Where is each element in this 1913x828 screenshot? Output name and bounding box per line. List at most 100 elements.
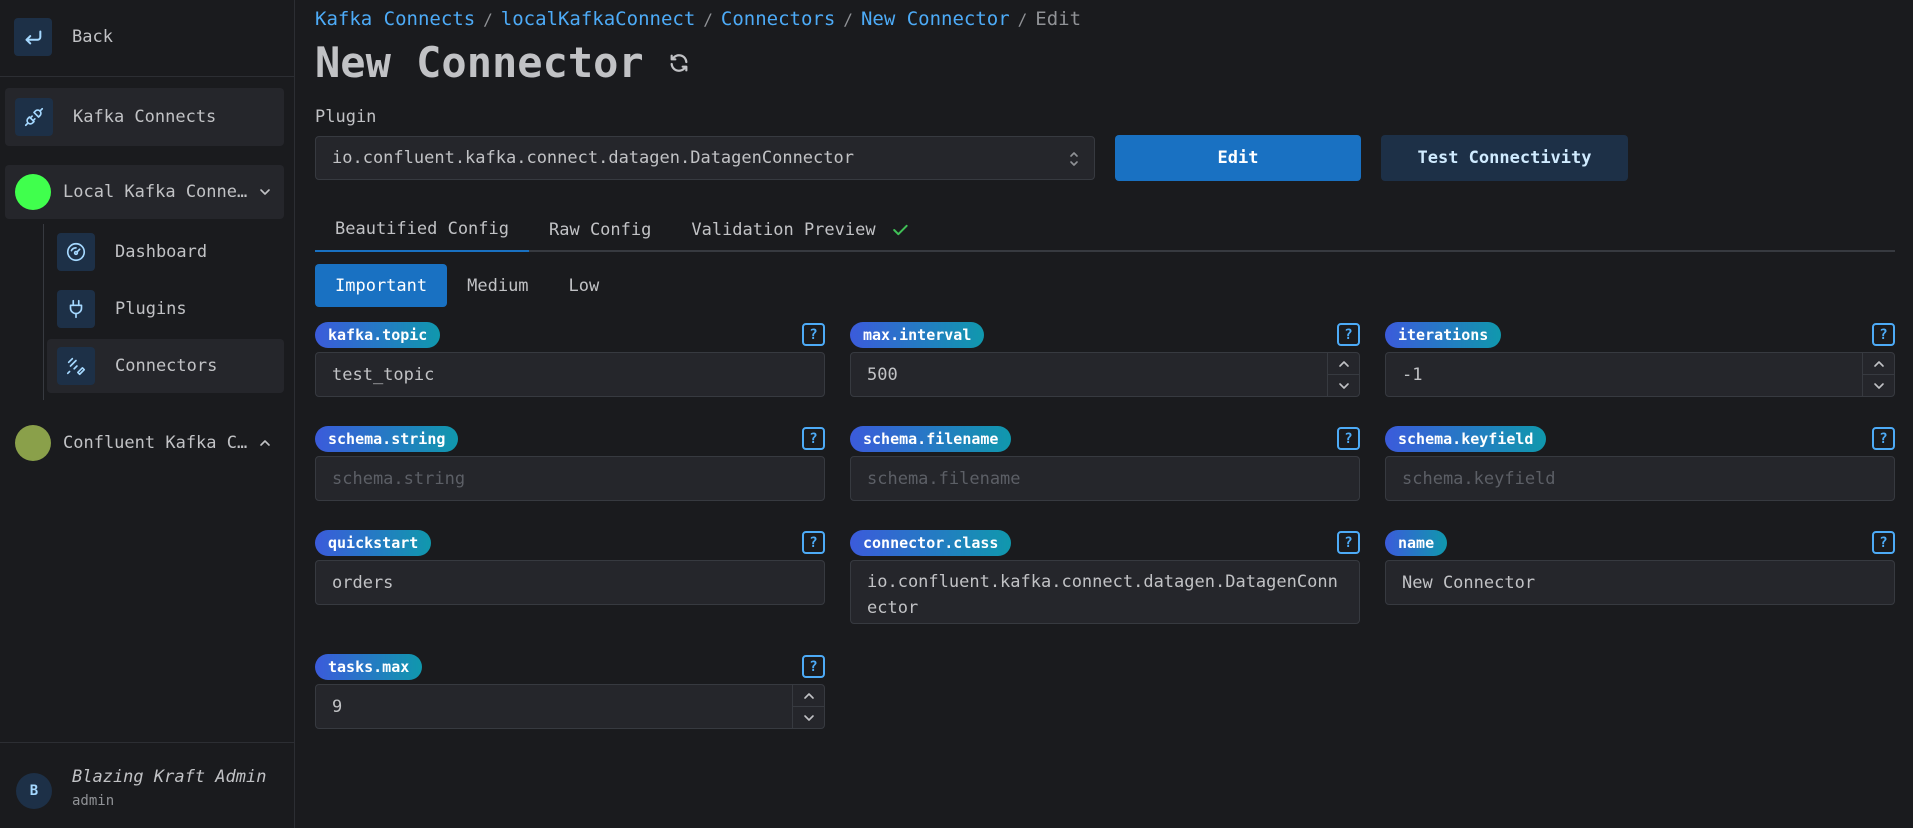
breadcrumb-separator: / [843, 9, 853, 29]
breadcrumb-separator: / [1017, 9, 1028, 29]
cluster-label: Confluent Kafka Connect [63, 433, 253, 453]
chevron-up-icon [260, 440, 270, 446]
input-value: 500 [867, 364, 898, 385]
divider [0, 76, 295, 77]
decrement-button[interactable] [793, 707, 824, 728]
help-icon[interactable]: ? [1337, 531, 1360, 554]
schema-keyfield-input[interactable]: schema.keyfield [1385, 456, 1895, 501]
page-title: New Connector [315, 38, 690, 87]
iterations-input[interactable]: -1 [1385, 352, 1895, 397]
back-arrow-icon [14, 18, 52, 56]
sidebar-item-label: Kafka Connects [73, 107, 217, 127]
sidebar-cluster-confluent[interactable]: Confluent Kafka Connect [5, 416, 284, 470]
sidebar-cluster-local[interactable]: Local Kafka Connect [5, 165, 284, 219]
help-icon[interactable]: ? [802, 531, 825, 554]
sidebar-item-plugins[interactable]: Plugins [47, 282, 284, 336]
field-label: connector.class [850, 530, 1012, 556]
field-label: quickstart [315, 530, 432, 556]
user-name: Blazing Kraft Admin [72, 767, 267, 787]
plugin-label: Plugin [315, 107, 377, 127]
tab-beautified-config[interactable]: Beautified Config [315, 208, 529, 252]
field-label: kafka.topic [315, 322, 441, 348]
config-tabs: Beautified Config Raw Config Validation … [315, 208, 1895, 252]
cluster-label: Local Kafka Connect [63, 182, 253, 202]
selector-arrows-icon [1070, 152, 1078, 166]
schema-string-input[interactable]: schema.string [315, 456, 825, 501]
name-input[interactable]: New Connector [1385, 560, 1895, 605]
chevron-down-icon [1338, 382, 1349, 389]
connector-class-textarea[interactable]: io.confluent.kafka.connect.datagen.Datag… [850, 560, 1360, 624]
help-icon[interactable]: ? [1337, 323, 1360, 346]
plugin-select-value: io.confluent.kafka.connect.datagen.Datag… [332, 148, 854, 168]
help-icon[interactable]: ? [802, 323, 825, 346]
status-dot [15, 174, 51, 210]
field-label: schema.string [315, 426, 459, 452]
help-icon[interactable]: ? [1872, 531, 1895, 554]
plug-connected-icon [15, 98, 53, 136]
tab-raw-config[interactable]: Raw Config [529, 208, 671, 252]
tab-low[interactable]: Low [549, 264, 620, 307]
breadcrumb-link[interactable]: Connectors [721, 8, 835, 30]
breadcrumb-link[interactable]: Kafka Connects [315, 8, 475, 30]
chevron-down-icon [803, 714, 814, 721]
test-connectivity-button[interactable]: Test Connectivity [1381, 135, 1628, 181]
sidebar: Back Kafka Connects Local Kafka Connect … [0, 0, 295, 828]
plugin-select[interactable]: io.confluent.kafka.connect.datagen.Datag… [315, 136, 1095, 180]
sidebar-item-connectors[interactable]: Connectors [47, 339, 284, 393]
sidebar-item-dashboard[interactable]: Dashboard [47, 225, 284, 279]
edit-button[interactable]: Edit [1115, 135, 1361, 181]
tasks-max-input[interactable]: 9 [315, 684, 825, 729]
increment-button[interactable] [1863, 353, 1894, 375]
decrement-button[interactable] [1328, 375, 1359, 396]
importance-tabs: Important Medium Low [315, 264, 619, 307]
quickstart-input[interactable]: orders [315, 560, 825, 605]
field-label: iterations [1385, 322, 1502, 348]
breadcrumb-separator: / [483, 9, 493, 29]
field-label: schema.filename [850, 426, 1012, 452]
kafka-topic-input[interactable]: test_topic [315, 352, 825, 397]
increment-button[interactable] [793, 685, 824, 707]
max-interval-input[interactable]: 500 [850, 352, 1360, 397]
sidebar-item-label: Connectors [115, 356, 218, 376]
chevron-down-icon [1873, 382, 1884, 389]
connectors-icon [57, 347, 95, 385]
schema-filename-input[interactable]: schema.filename [850, 456, 1360, 501]
help-icon[interactable]: ? [1337, 427, 1360, 450]
tab-medium[interactable]: Medium [447, 264, 548, 307]
input-value: 9 [332, 696, 343, 717]
help-icon[interactable]: ? [1872, 323, 1895, 346]
page-title-text: New Connector [315, 38, 644, 87]
gauge-icon [57, 233, 95, 271]
input-value: -1 [1402, 364, 1423, 385]
help-icon[interactable]: ? [1872, 427, 1895, 450]
back-label: Back [72, 27, 113, 47]
sidebar-item-label: Dashboard [115, 242, 208, 262]
field-label: schema.keyfield [1385, 426, 1547, 452]
increment-button[interactable] [1328, 353, 1359, 375]
number-stepper [1862, 353, 1894, 396]
sidebar-item-kafka-connects[interactable]: Kafka Connects [5, 88, 284, 146]
breadcrumb-link[interactable]: New Connector [861, 8, 1010, 30]
status-dot [15, 425, 51, 461]
tab-validation-preview[interactable]: Validation Preview [671, 208, 929, 252]
sidebar-item-label: Plugins [115, 299, 187, 319]
breadcrumb: Kafka Connects / localKafkaConnect / Con… [315, 8, 1081, 30]
tab-label: Validation Preview [691, 220, 876, 240]
user-menu[interactable]: B Blazing Kraft Admin admin [0, 742, 295, 828]
main-content: Kafka Connects / localKafkaConnect / Con… [315, 0, 1895, 828]
help-icon[interactable]: ? [802, 655, 825, 678]
field-label: max.interval [850, 322, 985, 348]
breadcrumb-separator: / [703, 9, 713, 29]
refresh-icon[interactable] [668, 52, 690, 74]
breadcrumb-link[interactable]: localKafkaConnect [501, 8, 695, 30]
tab-important[interactable]: Important [315, 264, 448, 307]
user-role: admin [72, 793, 115, 809]
decrement-button[interactable] [1863, 375, 1894, 396]
chevron-up-icon [1338, 360, 1349, 367]
back-button[interactable]: Back [14, 18, 113, 56]
help-icon[interactable]: ? [802, 427, 825, 450]
avatar: B [16, 773, 52, 809]
number-stepper [792, 685, 824, 728]
chevron-down-icon [260, 189, 270, 195]
chevron-up-icon [803, 692, 814, 699]
